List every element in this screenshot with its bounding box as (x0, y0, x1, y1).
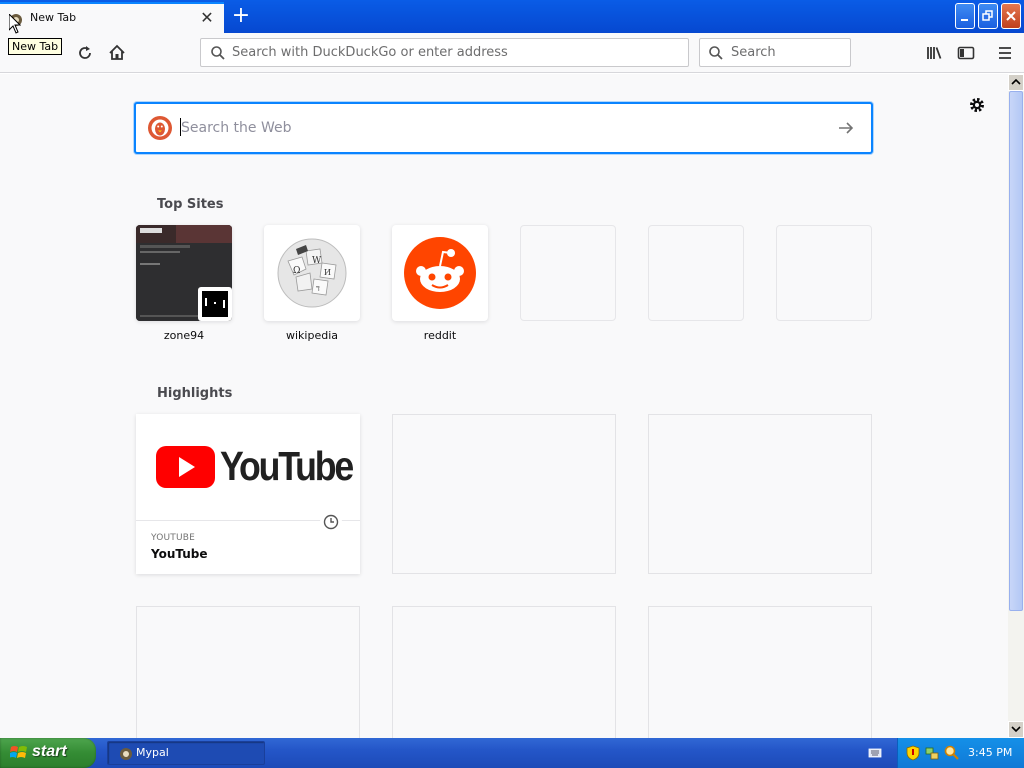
security-shield-icon[interactable] (906, 745, 920, 761)
scroll-up-button[interactable] (1008, 74, 1024, 91)
close-tab-icon[interactable]: ✕ (197, 8, 217, 28)
top-site-wikipedia[interactable]: Ω W И ד wikipedia (264, 225, 360, 342)
windows-logo-icon (10, 746, 27, 758)
scroll-down-button[interactable] (1008, 721, 1024, 738)
web-search-box[interactable] (134, 102, 873, 154)
highlight-placeholder (648, 414, 872, 574)
clock-icon (320, 511, 342, 533)
top-site-placeholder (648, 225, 744, 321)
top-sites-heading: Top Sites (157, 197, 224, 212)
hamburger-menu-icon[interactable] (994, 42, 1016, 64)
top-site-tile[interactable] (136, 225, 232, 321)
search-input[interactable] (731, 43, 841, 62)
close-icon (1006, 11, 1016, 21)
taskbar: start Mypal 3:45 PM (0, 738, 1024, 768)
top-site-placeholder (520, 225, 616, 321)
system-tray: 3:45 PM (897, 738, 1024, 768)
highlight-card-youtube[interactable]: YouTube YOUTUBE YouTube (136, 414, 360, 574)
reload-icon[interactable] (74, 42, 96, 64)
highlight-placeholder (136, 606, 360, 738)
address-bar[interactable] (200, 38, 689, 67)
highlight-host: YOUTUBE (151, 533, 196, 543)
mypal-app-icon (120, 748, 132, 760)
top-site-label: reddit (423, 329, 457, 342)
highlight-title: YouTube (151, 547, 208, 561)
highlight-placeholder (392, 606, 616, 738)
highlight-thumbnail: YouTube (136, 414, 360, 521)
title-bar: New Tab ✕ + (0, 0, 1024, 33)
svg-text:Ω: Ω (293, 266, 300, 276)
chevron-down-icon (1011, 726, 1021, 733)
search-icon (211, 46, 225, 60)
minimize-button[interactable] (955, 3, 975, 29)
chevron-up-icon (1011, 78, 1021, 85)
search-tray-icon[interactable] (944, 745, 959, 761)
highlight-placeholder (648, 606, 872, 738)
new-tab-button[interactable]: + (228, 4, 254, 30)
empty-tile (648, 225, 744, 321)
scroll-thumb[interactable] (1009, 91, 1023, 611)
tab-new-tab[interactable]: New Tab ✕ (0, 2, 224, 33)
address-input[interactable] (232, 43, 672, 62)
youtube-play-icon (156, 446, 215, 488)
tab-title: New Tab (30, 11, 77, 24)
empty-tile (520, 225, 616, 321)
vertical-scrollbar[interactable] (1008, 74, 1024, 738)
empty-tile (776, 225, 872, 321)
zone94-favicon-icon (198, 287, 232, 321)
svg-text:И: И (324, 268, 331, 277)
search-bar[interactable] (699, 38, 851, 67)
new-tab-page: Top Sites zone94 (0, 74, 1008, 738)
home-icon[interactable] (106, 42, 128, 64)
mouse-cursor-icon (9, 14, 21, 34)
minimize-icon (961, 19, 968, 21)
top-site-label: wikipedia (285, 329, 338, 342)
gear-icon[interactable] (967, 95, 987, 115)
restore-button[interactable] (978, 3, 998, 29)
highlight-placeholder (392, 414, 616, 574)
restore-icon (982, 10, 993, 21)
start-label: start (32, 743, 67, 760)
text-caret (180, 118, 181, 136)
start-button[interactable]: start (0, 738, 96, 768)
search-icon (709, 46, 723, 60)
highlights-heading: Highlights (157, 386, 233, 401)
tab-tooltip: New Tab (8, 38, 63, 55)
top-site-reddit[interactable]: reddit (392, 225, 488, 342)
youtube-wordmark: YouTube (220, 443, 354, 489)
svg-text:ד: ד (316, 284, 320, 293)
top-site-zone94[interactable]: zone94 (136, 225, 232, 342)
reddit-logo-icon (404, 237, 476, 309)
taskbar-item-mypal[interactable]: Mypal (107, 741, 265, 765)
navigation-toolbar (0, 33, 1024, 73)
taskbar-item-label: Mypal (136, 746, 169, 759)
network-icon[interactable] (925, 745, 939, 761)
duckduckgo-logo-icon (148, 116, 172, 140)
top-site-tile[interactable]: Ω W И ד (264, 225, 360, 321)
close-window-button[interactable] (1001, 3, 1021, 29)
sidebar-icon[interactable] (955, 42, 977, 64)
web-search-input[interactable] (181, 118, 821, 138)
top-site-label: zone94 (163, 329, 205, 342)
library-icon[interactable] (924, 42, 946, 64)
arrow-right-icon[interactable] (836, 118, 856, 138)
keyboard-icon[interactable] (868, 746, 882, 760)
top-site-tile[interactable] (392, 225, 488, 321)
top-site-placeholder (776, 225, 872, 321)
svg-text:W: W (312, 256, 322, 266)
system-clock: 3:45 PM (968, 746, 1013, 759)
wikipedia-logo-icon: Ω W И ד (277, 238, 347, 308)
